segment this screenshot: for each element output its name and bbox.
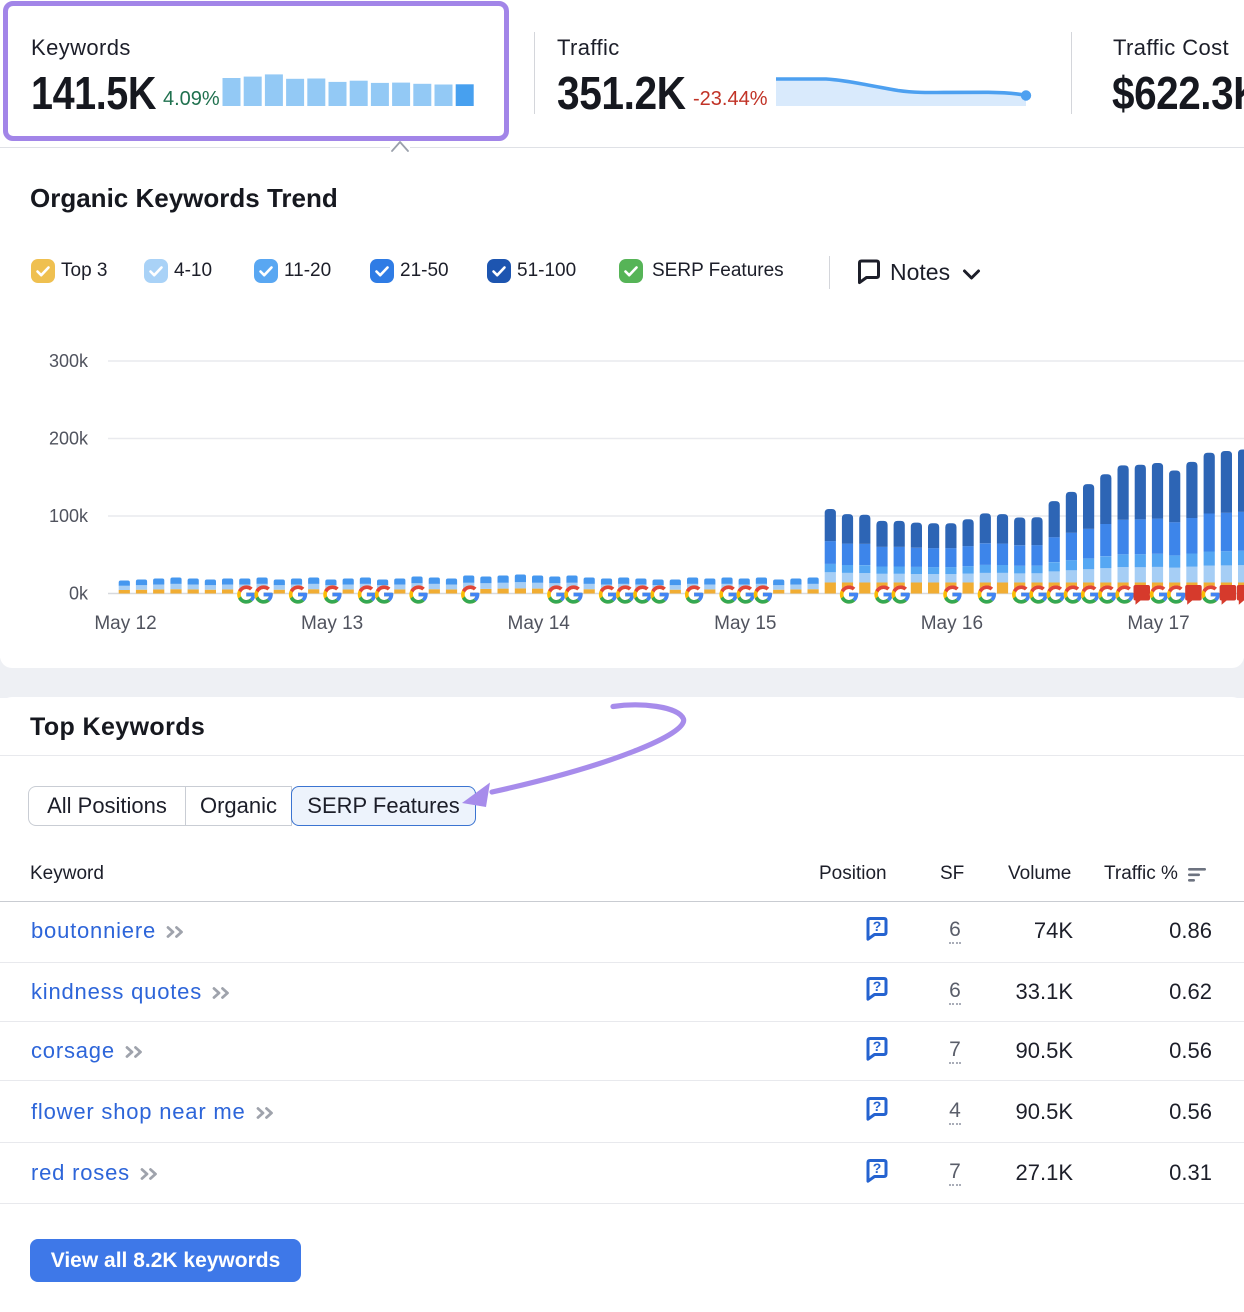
svg-text:?: ? <box>873 1160 882 1176</box>
svg-text:?: ? <box>873 1038 882 1054</box>
svg-text:?: ? <box>873 918 882 934</box>
svg-text:May 13: May 13 <box>301 613 363 634</box>
svg-text:May 15: May 15 <box>714 613 776 634</box>
svg-text:0k: 0k <box>69 584 89 604</box>
svg-text:?: ? <box>873 1098 882 1114</box>
svg-text:?: ? <box>873 978 882 994</box>
svg-text:100k: 100k <box>49 506 89 526</box>
svg-text:200k: 200k <box>49 429 89 449</box>
svg-text:300k: 300k <box>49 351 89 371</box>
svg-text:May 16: May 16 <box>921 613 983 634</box>
svg-text:May 12: May 12 <box>94 613 156 634</box>
svg-text:May 14: May 14 <box>508 613 571 634</box>
svg-text:May 17: May 17 <box>1127 613 1189 634</box>
